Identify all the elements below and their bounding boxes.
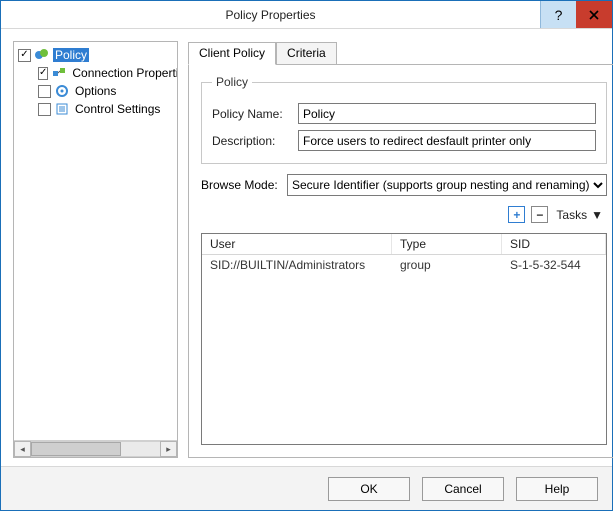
titlebar-close-button[interactable] — [576, 1, 612, 28]
checkbox-icon[interactable] — [38, 85, 51, 98]
checkbox-icon[interactable]: ✓ — [18, 49, 31, 62]
chevron-down-icon: ▼ — [591, 208, 603, 222]
checkbox-icon[interactable] — [38, 103, 51, 116]
policy-name-input[interactable] — [298, 103, 596, 124]
tab-body: Policy Policy Name: Description: Browse … — [188, 64, 613, 458]
tasks-menu[interactable]: Tasks ▼ — [554, 208, 605, 222]
cell-user: SID://BUILTIN/Administrators — [202, 255, 392, 275]
policy-desc-row: Description: — [212, 130, 596, 151]
col-type[interactable]: Type — [392, 234, 502, 254]
policy-group: Policy Policy Name: Description: — [201, 75, 607, 164]
add-button[interactable]: + — [508, 206, 525, 223]
scroll-thumb[interactable] — [31, 442, 121, 456]
tree-item-connection-properties[interactable]: ✓ Connection Properties — [16, 64, 175, 82]
close-icon — [589, 10, 599, 20]
users-grid[interactable]: User Type SID SID://BUILTIN/Administrato… — [201, 233, 607, 445]
tree-hscrollbar[interactable]: ◂ ▸ — [14, 440, 177, 457]
cancel-button[interactable]: Cancel — [422, 477, 504, 501]
tab-criteria[interactable]: Criteria — [276, 42, 337, 65]
remove-button[interactable]: − — [531, 206, 548, 223]
col-sid[interactable]: SID — [502, 234, 606, 254]
cell-type: group — [392, 255, 502, 275]
policy-icon — [34, 47, 50, 63]
tree-item-label: Control Settings — [73, 102, 162, 116]
policy-desc-label: Description: — [212, 134, 290, 148]
tree-item-policy[interactable]: ✓ Policy — [16, 46, 175, 64]
help-button[interactable]: Help — [516, 477, 598, 501]
policy-name-row: Policy Name: — [212, 103, 596, 124]
minus-icon: − — [536, 209, 543, 221]
grid-toolbar: + − Tasks ▼ — [201, 206, 607, 223]
scroll-left-button[interactable]: ◂ — [14, 441, 31, 457]
tree-item-control-settings[interactable]: Control Settings — [16, 100, 175, 118]
col-user[interactable]: User — [202, 234, 392, 254]
dialog-buttons: OK Cancel Help — [1, 466, 612, 510]
connection-icon — [51, 65, 67, 81]
browse-mode-select[interactable]: Secure Identifier (supports group nestin… — [287, 174, 607, 196]
right-panel: Client Policy Criteria Policy Policy Nam… — [188, 41, 613, 458]
policy-name-label: Policy Name: — [212, 107, 290, 121]
dialog-body: ✓ Policy ✓ Connection Properties — [1, 29, 612, 466]
grid-row[interactable]: SID://BUILTIN/Administrators group S-1-5… — [202, 255, 606, 275]
settings-icon — [54, 101, 70, 117]
scroll-track[interactable] — [31, 441, 160, 457]
policy-legend: Policy — [212, 75, 252, 89]
tree-item-label: Policy — [53, 48, 89, 62]
titlebar: Policy Properties ? — [1, 1, 612, 29]
scroll-right-button[interactable]: ▸ — [160, 441, 177, 457]
policy-desc-input[interactable] — [298, 130, 596, 151]
tree-panel: ✓ Policy ✓ Connection Properties — [13, 41, 178, 458]
options-icon — [54, 83, 70, 99]
checkbox-icon[interactable]: ✓ — [38, 67, 48, 80]
tab-client-policy[interactable]: Client Policy — [188, 42, 276, 65]
tree-item-label: Options — [73, 84, 118, 98]
policy-tree[interactable]: ✓ Policy ✓ Connection Properties — [14, 42, 177, 440]
browse-mode-label: Browse Mode: — [201, 178, 279, 192]
grid-header: User Type SID — [202, 234, 606, 255]
dialog-window: Policy Properties ? ✓ Policy ✓ — [0, 0, 613, 511]
titlebar-help-button[interactable]: ? — [540, 1, 576, 28]
tasks-label: Tasks — [556, 208, 587, 222]
ok-button[interactable]: OK — [328, 477, 410, 501]
browse-mode-row: Browse Mode: Secure Identifier (supports… — [201, 174, 607, 196]
cell-sid: S-1-5-32-544 — [502, 255, 606, 275]
window-title: Policy Properties — [1, 1, 540, 28]
tree-item-options[interactable]: Options — [16, 82, 175, 100]
tree-item-label: Connection Properties — [70, 66, 177, 80]
plus-icon: + — [513, 209, 520, 221]
tab-strip: Client Policy Criteria — [188, 41, 613, 64]
